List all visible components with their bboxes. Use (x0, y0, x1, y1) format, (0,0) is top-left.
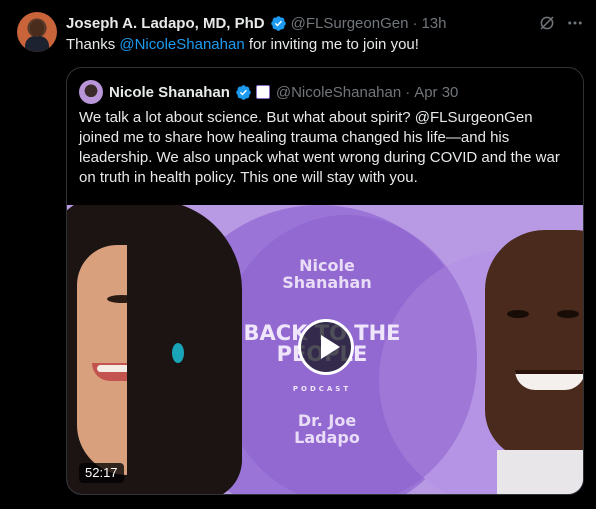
separator-dot: · (405, 83, 411, 101)
quoted-text: We talk a lot about science. But what ab… (79, 109, 560, 186)
quoted-author-name[interactable]: Nicole Shanahan (109, 84, 230, 101)
podcast-logo-sub: PODCAST (292, 385, 352, 393)
eye (507, 310, 529, 318)
avatar-suit (25, 36, 49, 52)
quoted-date[interactable]: Apr 30 (414, 84, 458, 101)
more-options-icon[interactable] (566, 14, 584, 32)
tweet[interactable]: Joseph A. Ladapo, MD, PhD @FLSurgeonGen … (0, 0, 596, 509)
eye (557, 310, 579, 318)
affiliate-badge-icon[interactable] (255, 85, 270, 99)
collar (497, 450, 583, 494)
head (485, 230, 583, 460)
verified-badge-icon[interactable] (270, 15, 287, 32)
video-thumbnail[interactable]: Nicole Shanahan BACK TO THE PEOPLE PODCA… (67, 205, 583, 494)
quoted-avatar[interactable] (79, 80, 103, 104)
guest-photo (477, 205, 583, 494)
host-photo (67, 205, 242, 494)
tweet-header: Joseph A. Ladapo, MD, PhD @FLSurgeonGen … (66, 13, 446, 33)
tweet-text-prefix: Thanks (66, 36, 120, 53)
verified-badge-icon[interactable] (235, 84, 252, 101)
video-duration: 52:17 (79, 463, 124, 483)
avatar-head (30, 20, 44, 37)
author-avatar[interactable] (17, 12, 57, 52)
separator-dot: · (412, 14, 418, 32)
author-handle[interactable]: @FLSurgeonGen (291, 15, 409, 32)
quoted-header: Nicole Shanahan @NicoleShanahan · Apr 30 (79, 80, 458, 104)
hair-front (127, 205, 242, 494)
quoted-tweet[interactable]: Nicole Shanahan @NicoleShanahan · Apr 30… (66, 67, 584, 495)
guest-name-line2: Ladapo (294, 428, 360, 447)
quoted-handle[interactable]: @NicoleShanahan (276, 84, 401, 101)
author-name[interactable]: Joseph A. Ladapo, MD, PhD (66, 15, 265, 32)
tweet-text: Thanks @NicoleShanahan for inviting me t… (66, 35, 419, 55)
grok-icon[interactable] (538, 14, 556, 32)
guest-name-line1: Dr. Joe (297, 411, 357, 430)
tweet-text-suffix: for inviting me to join you! (244, 36, 419, 53)
host-name-line1: Nicole (299, 256, 355, 275)
timestamp[interactable]: 13h (421, 15, 446, 32)
play-icon[interactable] (298, 319, 354, 375)
host-name-line2: Shanahan (282, 273, 372, 292)
guest-name-label: Dr. Joe Ladapo (247, 412, 407, 446)
earring (172, 343, 184, 363)
smile (515, 370, 583, 390)
mention-link[interactable]: @NicoleShanahan (119, 36, 244, 53)
host-name-label: Nicole Shanahan (247, 257, 407, 291)
